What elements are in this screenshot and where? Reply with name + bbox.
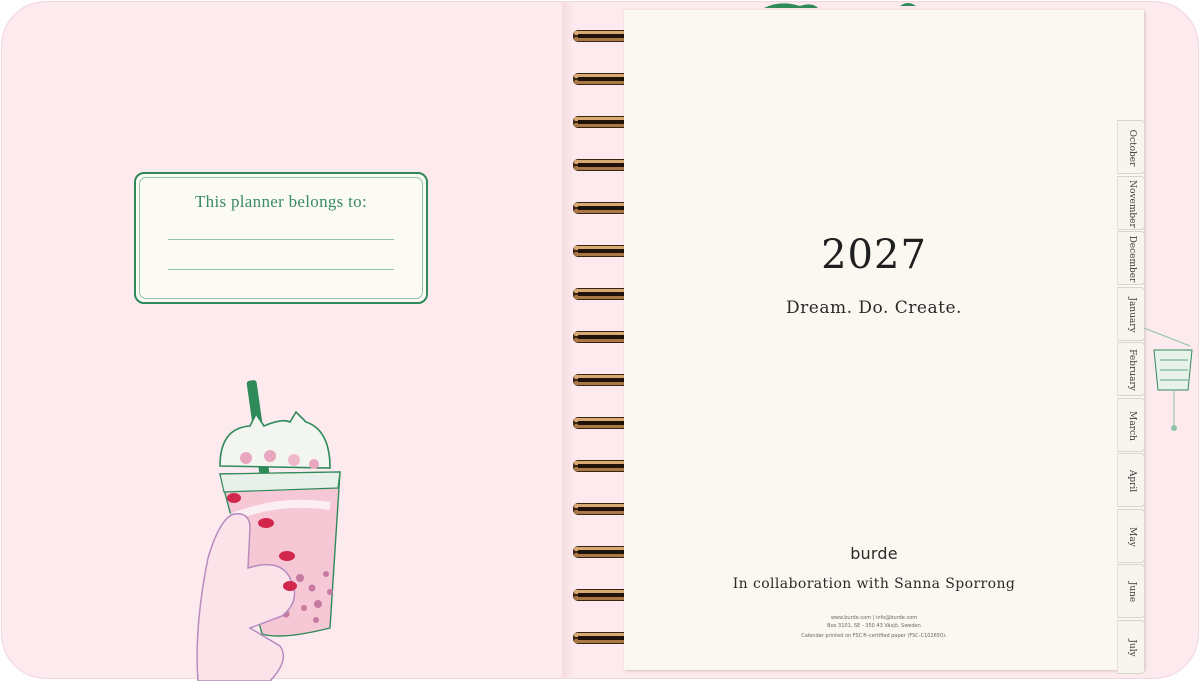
month-tab-label: November — [1127, 179, 1137, 228]
brand-logo: burde — [850, 544, 898, 563]
paper-certification-line: Calendar printed on FSC®-certified paper… — [801, 633, 947, 639]
month-tab-may[interactable]: May — [1117, 508, 1145, 563]
planner-year: 2027 — [821, 232, 927, 278]
name-line-1[interactable] — [168, 239, 394, 240]
collaboration-text: In collaboration with Sanna Sporrong — [732, 576, 1016, 592]
boba-top — [240, 452, 252, 464]
month-tab-november[interactable]: November — [1117, 175, 1145, 230]
fingernail — [279, 551, 295, 561]
boba-top — [288, 454, 300, 466]
bubble-tea-illustration — [196, 380, 341, 681]
planner-tagline: Dream. Do. Create. — [786, 298, 962, 318]
month-tab-july[interactable]: July — [1117, 619, 1145, 674]
cover-spine-shadow — [562, 2, 572, 678]
month-tab-label: April — [1127, 469, 1137, 493]
fingernail — [258, 518, 274, 528]
title-page: 2027 Dream. Do. Create. burde In collabo… — [624, 10, 1144, 670]
nameplate-title: This planner belongs to: — [195, 192, 367, 211]
fingernail — [227, 493, 241, 503]
boba-top — [264, 450, 276, 462]
planner-spread: This planner belongs to: 2027 Dream. Do.… — [0, 0, 1200, 681]
cup-rim — [219, 471, 341, 493]
month-tab-label: February — [1127, 349, 1137, 391]
month-tab-label: May — [1127, 526, 1137, 547]
month-tab-label: December — [1127, 235, 1137, 283]
month-tab-december[interactable]: December — [1117, 231, 1145, 285]
address-line: Box 3101, SE - 350 43 Växjö, Sweden — [827, 623, 921, 629]
contact-line: www.burde.com | info@burde.com — [830, 615, 918, 621]
fingernail — [283, 581, 297, 591]
month-tab-april[interactable]: April — [1117, 453, 1145, 507]
boba-top — [309, 459, 319, 469]
month-tab-label: July — [1127, 638, 1137, 657]
hanging-lamp-illustration — [1143, 327, 1193, 431]
month-tab-label: January — [1127, 296, 1137, 333]
month-tab-label: October — [1127, 129, 1137, 167]
month-tab-label: March — [1127, 410, 1137, 441]
owner-nameplate: This planner belongs to: — [134, 172, 428, 304]
month-tab-label: June — [1127, 581, 1137, 603]
name-line-2[interactable] — [168, 269, 394, 270]
month-tab-october[interactable]: October — [1117, 120, 1145, 174]
month-tab-june[interactable]: June — [1117, 564, 1145, 618]
